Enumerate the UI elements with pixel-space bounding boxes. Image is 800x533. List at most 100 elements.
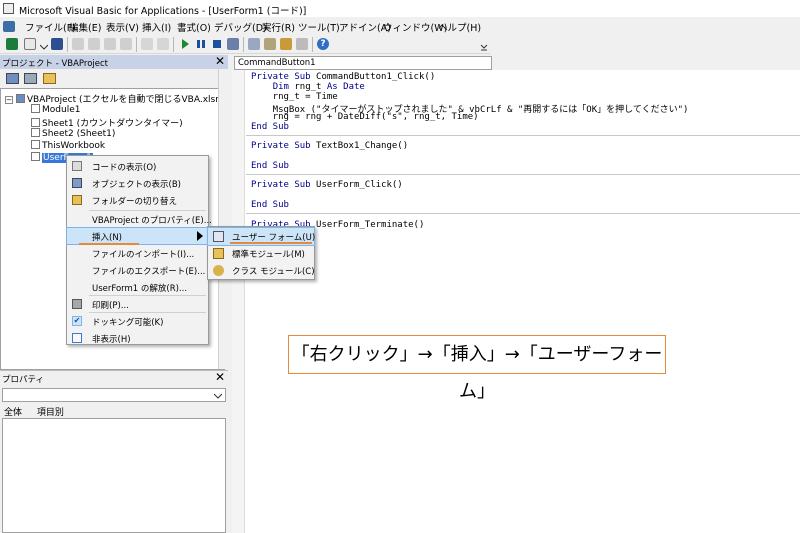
menu-view[interactable]: 表示(V) xyxy=(106,20,139,34)
toolbox-icon[interactable] xyxy=(296,38,308,50)
paste-icon[interactable] xyxy=(104,38,116,50)
vba-app-icon xyxy=(3,3,14,14)
view-object-icon xyxy=(72,178,82,188)
menu-item-view-code[interactable]: コードの表示(O) xyxy=(67,158,208,174)
tree-item-module1[interactable]: Module1 xyxy=(31,104,80,115)
menu-item-remove[interactable]: UserForm1 の解放(R)... xyxy=(67,279,208,295)
folder-icon[interactable] xyxy=(43,73,56,84)
menu-bar: ファイル(F) 編集(E) 表示(V) 挿入(I) 書式(O) デバッグ(D) … xyxy=(0,17,800,35)
menu-item-label: 挿入(N) xyxy=(92,233,122,243)
close-icon[interactable]: ✕ xyxy=(215,55,225,68)
menu-debug[interactable]: デバッグ(D) xyxy=(214,20,267,34)
userform-icon xyxy=(31,152,40,161)
userform-underline xyxy=(230,242,312,244)
menu-item-label: ファイルのインポート(I)... xyxy=(92,250,195,260)
menu-item-label: 印刷(P)... xyxy=(92,301,129,311)
code-line: End Sub xyxy=(251,161,289,171)
properties-icon[interactable] xyxy=(264,38,276,50)
help-icon[interactable]: ? xyxy=(317,38,329,50)
properties-panel-title: プロパティ xyxy=(2,375,44,385)
code-editor[interactable] xyxy=(232,70,800,533)
properties-object-select[interactable] xyxy=(2,388,226,402)
menu-format[interactable]: 書式(O) xyxy=(177,20,211,34)
submenu-arrow-icon xyxy=(197,231,203,244)
menu-item-print[interactable]: 印刷(P)... xyxy=(67,296,208,312)
menu-run[interactable]: 実行(R) xyxy=(262,20,295,34)
cut-icon[interactable] xyxy=(72,38,84,50)
toolbar-separator xyxy=(312,37,313,52)
collapse-icon[interactable]: − xyxy=(5,96,13,104)
menu-item-label: クラス モジュール(C) xyxy=(232,267,315,277)
sheet-icon xyxy=(31,118,40,127)
tree-item-thisworkbook[interactable]: ThisWorkbook xyxy=(31,140,105,151)
code-line: rng = rng + DateDiff("s", rng_t, Time) xyxy=(251,112,479,122)
excel-icon[interactable] xyxy=(6,38,18,50)
code-line: Dim rng_t As Date xyxy=(272,82,365,92)
undo-icon[interactable] xyxy=(141,38,153,50)
tree-item-label: Module1 xyxy=(42,105,81,115)
menu-item-hide[interactable]: 非表示(H) xyxy=(67,330,208,346)
menu-tools[interactable]: ツール(T) xyxy=(298,20,340,34)
menu-item-view-object[interactable]: オブジェクトの表示(B) xyxy=(67,175,208,191)
redo-icon[interactable] xyxy=(157,38,169,50)
project-scrollbar[interactable] xyxy=(218,69,228,369)
menu-edit[interactable]: 編集(E) xyxy=(69,20,101,34)
view-code-icon xyxy=(72,161,82,171)
tree-item-sheet2[interactable]: Sheet2 (Sheet1) xyxy=(31,128,115,139)
object-browser-icon[interactable] xyxy=(280,38,292,50)
menu-item-project-properties[interactable]: VBAProject のプロパティ(E)... xyxy=(67,211,212,227)
menu-item-label: コードの表示(O) xyxy=(92,163,157,173)
vba-menu-icon[interactable] xyxy=(3,21,15,32)
chevron-down-icon[interactable] xyxy=(39,43,49,50)
toolbar-options-icon[interactable] xyxy=(480,43,488,51)
code-line: rng_t = Time xyxy=(251,92,338,102)
standard-toolbar: ? xyxy=(0,35,490,54)
save-icon[interactable] xyxy=(51,38,63,50)
toolbar-separator xyxy=(67,37,68,52)
menu-item-dockable[interactable]: ✔ ドッキング可能(K) xyxy=(67,313,208,329)
menu-item-toggle-folders[interactable]: フォルダーの切り替え xyxy=(67,192,208,208)
find-icon[interactable] xyxy=(120,38,132,50)
module-icon xyxy=(31,104,40,113)
run-icon[interactable] xyxy=(179,38,191,50)
view-code-icon[interactable] xyxy=(6,73,19,84)
tree-item-label: Sheet2 (Sheet1) xyxy=(42,129,116,139)
code-line: Private Sub TextBox1_Change() xyxy=(251,141,409,151)
submenu-item-class-module[interactable]: クラス モジュール(C) xyxy=(208,262,315,279)
menu-item-import-file[interactable]: ファイルのインポート(I)... xyxy=(67,245,208,261)
code-line: Private Sub CommandButton1_Click() xyxy=(251,72,436,82)
submenu-item-module[interactable]: 標準モジュール(M) xyxy=(208,245,314,262)
code-line: End Sub xyxy=(251,122,289,132)
tab-categorized[interactable]: 項目別 xyxy=(37,408,64,418)
copy-icon[interactable] xyxy=(88,38,100,50)
instruction-callout: 「右クリック」→「挿入」→「ユーザーフォーム」 xyxy=(288,335,666,402)
userform-icon xyxy=(213,231,224,242)
object-select-value: CommandButton1 xyxy=(238,58,316,68)
view-object-icon[interactable] xyxy=(24,73,37,84)
code-line: Private Sub UserForm_Click() xyxy=(251,180,403,190)
object-select[interactable]: CommandButton1 xyxy=(234,56,492,70)
menu-item-label: VBAProject のプロパティ(E)... xyxy=(92,216,212,226)
tab-alphabetic[interactable]: 全体 xyxy=(4,408,22,418)
instruction-text: 「右クリック」→「挿入」→「ユーザーフォーム」 xyxy=(291,344,663,402)
insert-userform-icon[interactable] xyxy=(24,38,36,50)
hide-window-icon xyxy=(72,333,82,343)
project-panel-toolbar xyxy=(0,69,228,88)
close-icon[interactable]: ✕ xyxy=(215,371,225,384)
insert-submenu: ユーザー フォーム(U) 標準モジュール(M) クラス モジュール(C) xyxy=(207,226,315,280)
window-title: Microsoft Visual Basic for Applications … xyxy=(19,6,307,17)
menu-item-insert[interactable]: 挿入(N) xyxy=(66,227,209,245)
menu-help[interactable]: ヘルプ(H) xyxy=(438,20,481,34)
reset-icon[interactable] xyxy=(211,38,223,50)
break-icon[interactable] xyxy=(195,38,207,50)
design-mode-icon[interactable] xyxy=(227,38,239,50)
project-explorer-icon[interactable] xyxy=(248,38,260,50)
printer-icon xyxy=(72,299,82,309)
properties-panel-header: プロパティ ✕ xyxy=(0,370,228,385)
project-icon xyxy=(15,94,25,103)
menu-item-label: ファイルのエクスポート(E)... xyxy=(92,267,206,277)
menu-insert[interactable]: 挿入(I) xyxy=(142,20,171,34)
menu-item-label: オブジェクトの表示(B) xyxy=(92,180,181,190)
menu-item-export-file[interactable]: ファイルのエクスポート(E)... xyxy=(67,262,208,278)
chevron-down-icon xyxy=(213,392,223,402)
